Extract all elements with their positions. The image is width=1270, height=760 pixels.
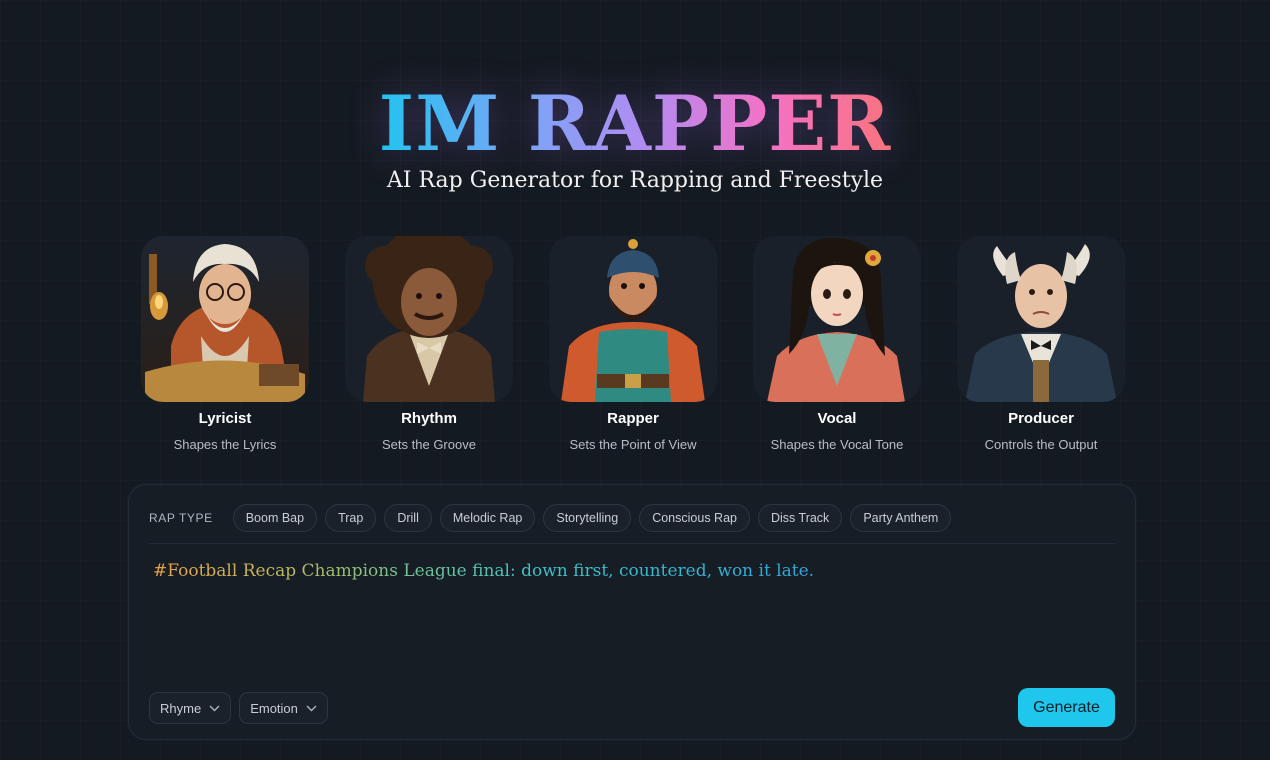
role-card-producer[interactable]: Producer Controls the Output: [946, 236, 1136, 452]
role-card-rapper[interactable]: Rapper Sets the Point of View: [538, 236, 728, 452]
role-desc: Shapes the Vocal Tone: [770, 437, 904, 452]
role-list: Lyricist Shapes the Lyrics Rhythm Sets t…: [130, 236, 1136, 452]
emotion-select-label: Emotion: [250, 700, 298, 716]
rap-type-row: RAP TYPE Boom Bap Trap Drill Melodic Rap…: [149, 504, 1115, 532]
rap-type-chip[interactable]: Drill: [384, 504, 432, 532]
emotion-select[interactable]: Emotion: [239, 692, 328, 724]
rhyme-select-label: Rhyme: [160, 700, 202, 716]
rap-type-chip[interactable]: Conscious Rap: [639, 504, 750, 532]
divider: [149, 543, 1115, 544]
rap-type-chip[interactable]: Melodic Rap: [439, 504, 536, 532]
tagline: AI Rap Generator for Rapping and Freesty…: [386, 168, 884, 193]
rap-type-chip[interactable]: Diss Track: [757, 504, 843, 532]
role-name: Rhythm: [401, 410, 457, 427]
rap-type-chip[interactable]: Boom Bap: [232, 504, 318, 532]
role-card-rhythm[interactable]: Rhythm Sets the Groove: [334, 236, 524, 452]
role-desc: Sets the Groove: [382, 437, 476, 452]
chevron-down-icon: [306, 705, 317, 712]
brand-title: IM RAPPER: [378, 79, 892, 168]
hero: IM RAPPER AI Rap Generator for Rapping a…: [0, 80, 1270, 194]
role-card-lyricist[interactable]: Lyricist Shapes the Lyrics: [130, 236, 320, 452]
lyricist-portrait: [141, 236, 309, 402]
generate-button[interactable]: Generate: [1018, 688, 1115, 727]
composer-panel: RAP TYPE Boom Bap Trap Drill Melodic Rap…: [128, 484, 1136, 740]
role-name: Rapper: [607, 410, 659, 427]
role-desc: Controls the Output: [984, 437, 1098, 452]
rap-type-label: RAP TYPE: [149, 511, 213, 525]
role-name: Vocal: [817, 410, 857, 427]
rap-type-chip[interactable]: Storytelling: [543, 504, 632, 532]
rhythm-portrait: [345, 236, 513, 402]
rapper-portrait: [549, 236, 717, 402]
chevron-down-icon: [209, 705, 220, 712]
role-name: Lyricist: [198, 410, 252, 427]
role-card-vocal[interactable]: Vocal Shapes the Vocal Tone: [742, 236, 932, 452]
producer-portrait: [957, 236, 1125, 402]
rap-type-chip[interactable]: Party Anthem: [850, 504, 952, 532]
vocal-portrait: [753, 236, 921, 402]
role-desc: Sets the Point of View: [569, 437, 697, 452]
role-desc: Shapes the Lyrics: [173, 437, 277, 452]
rhyme-select[interactable]: Rhyme: [149, 692, 232, 724]
rap-type-chip[interactable]: Trap: [325, 504, 377, 532]
role-name: Producer: [1008, 410, 1074, 427]
prompt-input[interactable]: #Football Recap Champions League final: …: [153, 559, 814, 583]
option-selects: Rhyme Emotion: [149, 692, 336, 724]
